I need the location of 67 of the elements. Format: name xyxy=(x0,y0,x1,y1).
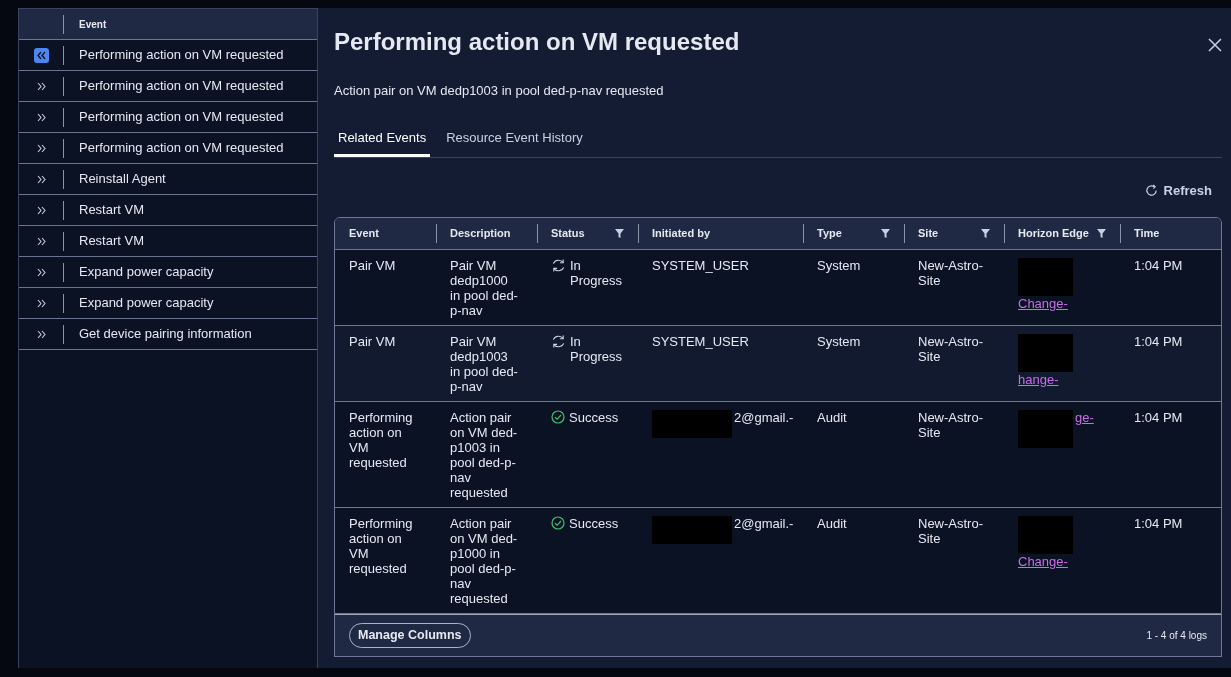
site-cell: New-Astro-Site xyxy=(918,333,983,364)
time-cell: 1:04 PM xyxy=(1134,409,1183,425)
column-header: Time xyxy=(1134,226,1160,242)
filter-icon[interactable] xyxy=(881,229,890,239)
edge-link[interactable]: ge- xyxy=(1075,409,1094,425)
initiator-cell: SYSTEM_USER xyxy=(652,333,749,349)
status-text: Success xyxy=(569,515,619,531)
collapse-icon[interactable] xyxy=(33,47,49,63)
panel-title: Performing action on VM requested xyxy=(334,28,740,57)
column-header: Type xyxy=(817,226,842,242)
time-cell: 1:04 PM xyxy=(1134,333,1183,349)
filter-icon[interactable] xyxy=(615,229,624,239)
column-header: Description xyxy=(450,226,511,242)
time-cell: 1:04 PM xyxy=(1134,515,1183,531)
type-cell: Audit xyxy=(817,409,847,425)
event-name[interactable]: Restart VM xyxy=(64,231,144,251)
redaction-block xyxy=(1018,515,1073,554)
status-text: Success xyxy=(569,409,619,425)
edge-link[interactable]: Change- xyxy=(1018,553,1068,569)
description-cell: Pair VM dedp1003 in pool ded-p-nav xyxy=(450,333,518,394)
event-name[interactable]: Performing action on VM requested xyxy=(64,45,284,65)
status-text: In Progress xyxy=(570,333,624,364)
site-cell: New-Astro-Site xyxy=(918,515,983,546)
event-name[interactable]: Performing action on VM requested xyxy=(64,107,284,127)
event-name[interactable]: Restart VM xyxy=(64,200,144,220)
column-header: Event xyxy=(349,226,379,242)
column-header: Status xyxy=(551,226,585,242)
event-cell: Performing action on VM requested xyxy=(349,515,413,576)
column-header: Event xyxy=(78,17,107,32)
edge-link[interactable]: Change- xyxy=(1018,295,1068,311)
initiator-cell: 2@gmail.- xyxy=(734,515,794,531)
type-cell: Audit xyxy=(817,515,847,531)
refresh-icon xyxy=(1144,184,1158,198)
panel-subtitle: Action pair on VM dedp1003 in pool ded-p-nav requested xyxy=(334,81,665,100)
type-cell: System xyxy=(817,257,861,273)
redaction-block xyxy=(1018,257,1073,296)
site-cell: New-Astro-Site xyxy=(918,257,983,288)
status-text: In Progress xyxy=(570,257,624,288)
site-cell: New-Astro-Site xyxy=(918,409,983,440)
event-cell: Pair VM xyxy=(349,333,396,349)
event-cell: Pair VM xyxy=(349,257,396,273)
event-name[interactable]: Expand power capacity xyxy=(64,293,214,313)
column-header: Horizon Edge xyxy=(1018,226,1089,242)
time-cell: 1:04 PM xyxy=(1134,257,1183,273)
event-name[interactable]: Reinstall Agent xyxy=(64,169,166,189)
event-cell: Performing action on VM requested xyxy=(349,409,413,470)
description-cell: Action pair on VM ded-p1003 in pool ded-p-nav requested xyxy=(450,409,518,500)
initiator-cell: 2@gmail.- xyxy=(734,409,794,425)
type-cell: System xyxy=(817,333,861,349)
event-name[interactable]: Performing action on VM requested xyxy=(64,138,284,158)
initiator-cell: SYSTEM_USER xyxy=(652,257,749,273)
event-name[interactable]: Get device pairing information xyxy=(64,324,252,344)
tab[interactable]: Related Events xyxy=(334,124,431,157)
log-count: 1 - 4 of 4 logs xyxy=(1146,629,1207,644)
filter-icon[interactable] xyxy=(1097,229,1106,239)
tab[interactable]: Resource Event History xyxy=(442,124,587,157)
description-cell: Pair VM dedp1000 in pool ded-p-nav xyxy=(450,257,518,318)
event-name[interactable]: Performing action on VM requested xyxy=(64,76,284,96)
event-name[interactable]: Expand power capacity xyxy=(64,262,214,282)
refresh-button[interactable]: Refresh xyxy=(1138,179,1218,202)
description-cell: Action pair on VM ded-p1000 in pool ded-p-nav requested xyxy=(450,515,518,606)
redaction-block xyxy=(1018,409,1073,448)
column-header: Site xyxy=(918,226,939,242)
edge-link[interactable]: hange- xyxy=(1018,371,1059,387)
column-header: Initiated by xyxy=(652,226,711,242)
redaction-block xyxy=(1018,333,1073,372)
filter-icon[interactable] xyxy=(981,229,990,239)
